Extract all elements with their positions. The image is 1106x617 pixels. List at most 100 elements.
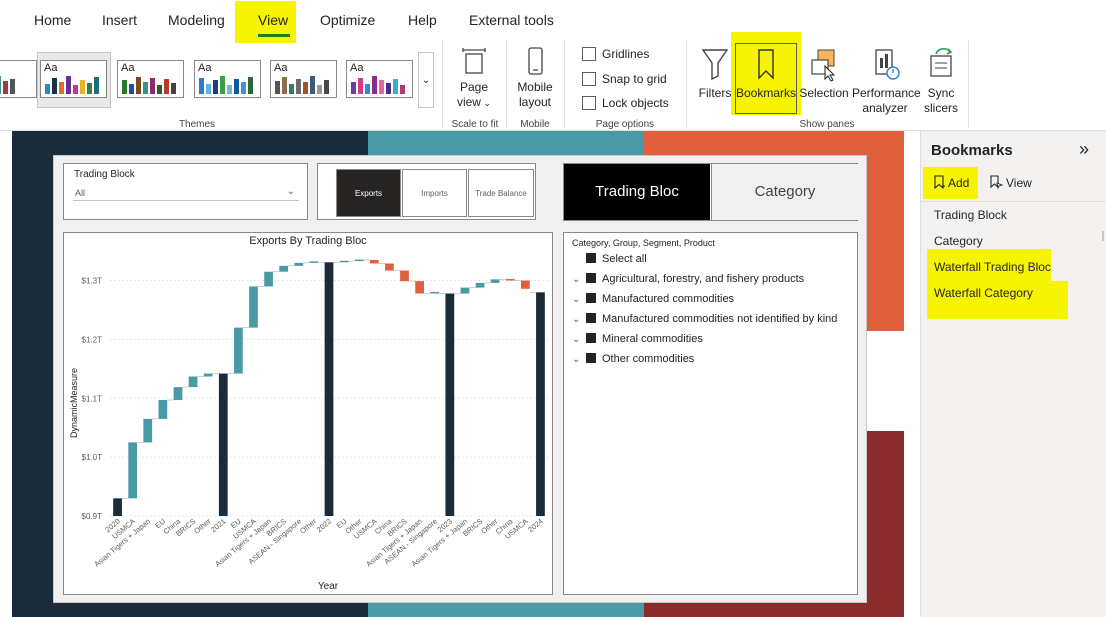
- waterfall-chart[interactable]: Exports By Trading Bloc $0.9T $1.0T $1.1T $…: [63, 232, 553, 595]
- ribbon-separator: [506, 40, 507, 128]
- waterfall-bar[interactable]: [203, 373, 213, 377]
- gridlines-checkbox[interactable]: Gridlines: [582, 47, 649, 61]
- mobile-layout-icon: [528, 47, 543, 75]
- theme-swatch[interactable]: [0, 60, 37, 98]
- themes-more-icon[interactable]: ⌄: [418, 52, 434, 108]
- performance-analyzer-button[interactable]: Performance analyzer: [852, 46, 921, 116]
- selection-icon: [811, 49, 836, 82]
- toggle-trading-bloc[interactable]: Trading Bloc: [564, 164, 710, 220]
- legend-item-manufactured-nik[interactable]: ⌄ Manufactured commodities not identified…: [572, 313, 837, 325]
- snap-to-grid-checkbox[interactable]: Snap to grid: [582, 72, 667, 86]
- mobile-layout-button[interactable]: Mobile layout: [511, 46, 559, 110]
- collapse-pane-icon[interactable]: »: [1079, 139, 1089, 160]
- waterfall-bar[interactable]: [400, 270, 409, 282]
- waterfall-bar[interactable]: [158, 400, 168, 419]
- toggle-category[interactable]: Category: [711, 164, 858, 220]
- chevron-down-icon[interactable]: ⌄: [572, 314, 586, 325]
- pane-scrollbar[interactable]: [1102, 231, 1104, 241]
- add-bookmark-icon: [934, 175, 945, 190]
- waterfall-bar[interactable]: [143, 418, 153, 443]
- trading-block-slicer[interactable]: Trading Block All ⌄: [63, 163, 308, 220]
- waterfall-bar[interactable]: [490, 279, 500, 283]
- waterfall-bar[interactable]: [460, 287, 470, 294]
- waterfall-bar[interactable]: [505, 279, 515, 281]
- waterfall-bar[interactable]: [279, 265, 289, 272]
- legend-item-other[interactable]: ⌄ Other commodities: [572, 353, 694, 365]
- bookmark-icon: [758, 49, 774, 80]
- group-label-show-panes: Show panes: [799, 119, 855, 130]
- slicer-dropdown[interactable]: All ⌄: [73, 185, 299, 201]
- waterfall-bar[interactable]: [520, 280, 530, 289]
- waterfall-bar[interactable]: [385, 263, 394, 271]
- waterfall-bar[interactable]: [233, 327, 243, 374]
- checkbox-filled-icon: [586, 273, 596, 283]
- select-all-item[interactable]: Select all: [572, 253, 647, 265]
- chevron-down-icon[interactable]: ⌄: [572, 354, 586, 365]
- waterfall-bar[interactable]: [324, 262, 334, 516]
- filters-button[interactable]: Filters: [695, 46, 735, 101]
- page-view-label-1: Page: [459, 80, 489, 94]
- waterfall-bar[interactable]: [188, 376, 198, 388]
- bookmark-item[interactable]: Waterfall Category: [934, 286, 1033, 300]
- bookmark-item[interactable]: Trading Block: [934, 208, 1007, 222]
- bookmark-item[interactable]: Waterfall Trading Bloc: [934, 260, 1051, 274]
- bookmarks-label: Bookmarks: [735, 86, 797, 100]
- waterfall-bar[interactable]: [264, 271, 273, 287]
- segment-imports[interactable]: Imports: [402, 169, 467, 217]
- theme-swatch[interactable]: Aa: [346, 60, 413, 98]
- ribbon-panel: Aa Aa Aa Aa Aa ⌄ Themes Page view ⌄ Scal…: [0, 0, 1106, 131]
- ribbon-separator: [686, 40, 687, 128]
- theme-sample-text: Aa: [121, 62, 135, 74]
- view-toggle: Trading Bloc Category: [563, 163, 858, 221]
- sync-slicers-button[interactable]: Sync slicers: [920, 46, 962, 116]
- chevron-down-icon[interactable]: ⌄: [572, 294, 586, 305]
- waterfall-bar[interactable]: [128, 442, 138, 499]
- selection-button[interactable]: Selection: [799, 46, 849, 101]
- lock-objects-checkbox[interactable]: Lock objects: [582, 96, 669, 110]
- legend-item-mineral[interactable]: ⌄ Mineral commodities: [572, 333, 703, 345]
- page-view-button[interactable]: Page view ⌄: [448, 46, 500, 111]
- waterfall-bar[interactable]: [445, 293, 455, 516]
- waterfall-bar[interactable]: [415, 281, 425, 294]
- waterfall-bar[interactable]: [173, 387, 183, 401]
- x-tick-label: 2022: [315, 517, 334, 535]
- snap-to-grid-label: Snap to grid: [602, 72, 667, 86]
- theme-swatch[interactable]: Aa: [117, 60, 184, 98]
- filters-label: Filters: [698, 86, 732, 100]
- power-bi-window: Home Insert Modeling View Optimize Help …: [0, 0, 1106, 617]
- checkbox-box: [582, 72, 596, 86]
- theme-swatch[interactable]: Aa: [194, 60, 261, 98]
- waterfall-bar[interactable]: [113, 498, 122, 516]
- bookmarks-button[interactable]: Bookmarks: [735, 46, 797, 101]
- bookmarks-pane: Bookmarks » Add View Trading Block Categ…: [920, 131, 1106, 617]
- waterfall-bar[interactable]: [294, 262, 304, 266]
- waterfall-bar[interactable]: [430, 291, 440, 294]
- waterfall-bar[interactable]: [354, 259, 364, 262]
- chevron-down-icon[interactable]: ⌄: [572, 274, 586, 285]
- legend-item-manufactured[interactable]: ⌄ Manufactured commodities: [572, 293, 734, 305]
- group-label-themes: Themes: [178, 119, 216, 130]
- segment-exports[interactable]: Exports: [336, 169, 401, 217]
- theme-sample-text: Aa: [44, 62, 58, 74]
- segment-trade-balance[interactable]: Trade Balance: [468, 169, 534, 217]
- theme-swatch[interactable]: Aa: [270, 60, 337, 98]
- legend-item-agricultural[interactable]: ⌄ Agricultural, forestry, and fishery pro…: [572, 273, 804, 285]
- waterfall-bar[interactable]: [475, 282, 485, 288]
- add-bookmark-button[interactable]: Add: [933, 175, 969, 190]
- view-bookmark-button[interactable]: View: [989, 175, 1032, 190]
- waterfall-bar[interactable]: [536, 292, 545, 516]
- y-tick-label: $1.1T: [82, 394, 103, 403]
- waterfall-bar[interactable]: [339, 260, 349, 263]
- waterfall-bar[interactable]: [218, 373, 228, 516]
- report-page: Trading Block All ⌄ Exports Imports Trad…: [53, 155, 867, 603]
- waterfall-bar[interactable]: [249, 286, 258, 328]
- ribbon-separator: [442, 40, 443, 128]
- bookmark-item[interactable]: Category: [934, 234, 983, 248]
- theme-swatch[interactable]: Aa: [40, 60, 107, 98]
- chevron-down-icon[interactable]: ⌄: [572, 334, 586, 345]
- lock-objects-label: Lock objects: [602, 96, 669, 110]
- legend-item-label: Mineral commodities: [602, 333, 703, 345]
- waterfall-bar[interactable]: [369, 259, 379, 264]
- report-canvas: Trading Block All ⌄ Exports Imports Trad…: [0, 131, 920, 617]
- waterfall-bar[interactable]: [309, 261, 319, 263]
